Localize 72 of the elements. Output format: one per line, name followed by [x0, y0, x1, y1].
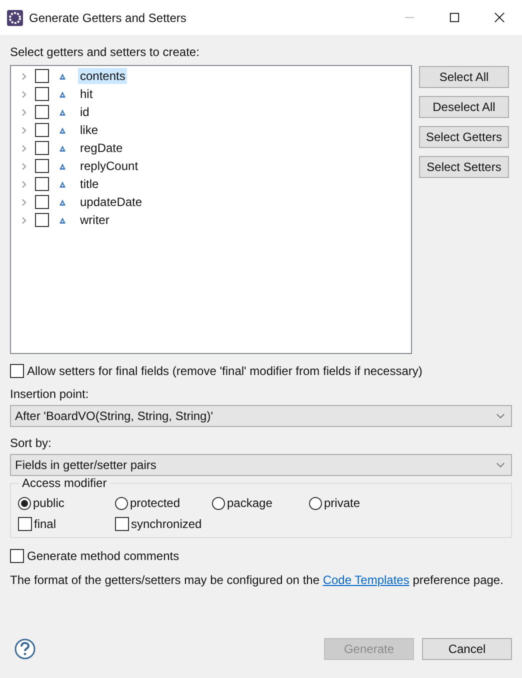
field-icon	[59, 144, 66, 152]
field-checkbox[interactable]	[35, 123, 49, 137]
field-checkbox[interactable]	[35, 177, 49, 191]
fields-label: Select getters and setters to create:	[10, 45, 200, 59]
field-icon	[59, 162, 66, 170]
radio-button[interactable]	[115, 496, 128, 510]
radio-button[interactable]	[18, 496, 31, 510]
checkbox-label: Generate method comments	[27, 549, 180, 563]
group-title: Access modifier	[19, 476, 110, 490]
checkbox[interactable]	[10, 364, 24, 378]
field-name[interactable]: replyCount	[78, 158, 140, 174]
field-checkbox[interactable]	[35, 213, 49, 227]
field-checkbox[interactable]	[35, 105, 49, 119]
field-icon	[59, 198, 66, 206]
sort-by-label: Sort by:	[10, 436, 52, 450]
radio-label: public	[33, 496, 64, 510]
field-checkbox[interactable]	[35, 195, 49, 209]
selection-button[interactable]: Select Getters	[419, 126, 509, 148]
field-name[interactable]: regDate	[78, 140, 125, 156]
checkbox[interactable]	[18, 517, 32, 531]
field-icon	[59, 126, 66, 134]
chevron-icon[interactable]	[21, 108, 27, 116]
insertion-point-dropdown[interactable]: After 'BoardVO(String, String, String)'	[10, 405, 512, 427]
field-checkbox[interactable]	[35, 141, 49, 155]
field-checkbox[interactable]	[35, 87, 49, 101]
field-name[interactable]: id	[78, 104, 92, 120]
window-title: Generate Getters and Setters	[29, 10, 186, 24]
chevron-icon[interactable]	[21, 162, 27, 170]
dialog-button[interactable]: Cancel	[422, 638, 512, 660]
field-name[interactable]: hit	[78, 86, 95, 102]
radio-label: protected	[130, 496, 180, 510]
field-name[interactable]: writer	[78, 212, 112, 228]
chevron-icon[interactable]	[21, 198, 27, 206]
radio-label: package	[227, 496, 272, 510]
chevron-icon[interactable]	[21, 216, 27, 224]
code-templates-link[interactable]: Code Templates	[322, 573, 410, 587]
checkbox[interactable]	[10, 549, 24, 563]
selection-button[interactable]: Deselect All	[419, 96, 509, 118]
insertion-point-label: Insertion point:	[10, 387, 90, 401]
chevron-icon[interactable]	[21, 144, 27, 152]
chevron-icon[interactable]	[21, 90, 27, 98]
checkbox-label: Allow setters for final fields (remove 'final' modifier from fields if necessary)	[27, 364, 422, 378]
selection-button[interactable]: Select Setters	[419, 156, 509, 178]
maximize-icon[interactable]	[449, 12, 460, 23]
field-name[interactable]: like	[78, 122, 100, 138]
caret-icon	[496, 413, 505, 419]
app-icon	[7, 10, 23, 26]
field-checkbox[interactable]	[35, 69, 49, 83]
info-text: The format of the getters/setters may be configured on the Code Templates preference page.	[10, 573, 504, 587]
field-icon	[59, 90, 66, 98]
checkbox[interactable]	[115, 517, 129, 531]
radio-button[interactable]	[212, 496, 225, 510]
field-icon	[59, 216, 66, 224]
field-icon	[59, 72, 66, 80]
field-checkbox[interactable]	[35, 159, 49, 173]
chevron-icon[interactable]	[21, 126, 27, 134]
radio-label: private	[324, 496, 360, 510]
selection-button[interactable]: Select All	[419, 66, 509, 88]
field-icon	[59, 108, 66, 116]
field-name[interactable]: title	[78, 176, 101, 192]
close-icon[interactable]	[494, 12, 505, 23]
field-name[interactable]: contents	[78, 68, 128, 84]
help-icon[interactable]	[14, 638, 36, 660]
chevron-icon[interactable]	[21, 72, 27, 80]
checkbox-label: synchronized	[131, 517, 202, 531]
sort-by-dropdown[interactable]: Fields in getter/setter pairs	[10, 454, 512, 476]
field-name[interactable]: updateDate	[78, 194, 144, 210]
caret-icon	[496, 462, 505, 468]
chevron-icon[interactable]	[21, 180, 27, 188]
field-icon	[59, 180, 66, 188]
checkbox-label: final	[34, 517, 56, 531]
radio-button[interactable]	[309, 496, 322, 510]
